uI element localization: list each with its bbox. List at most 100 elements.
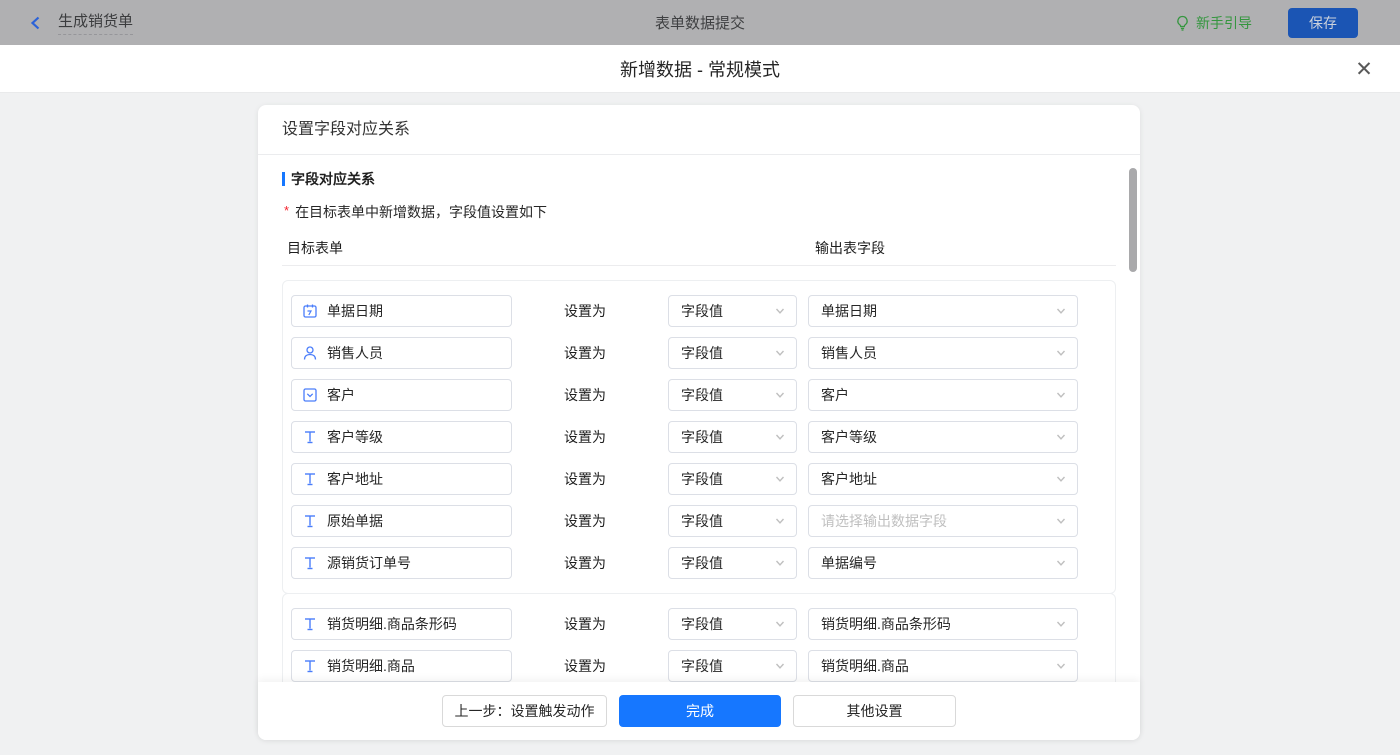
chevron-down-icon	[1055, 660, 1067, 672]
text-icon	[302, 658, 318, 674]
output-field-select[interactable]: 单据日期	[808, 295, 1078, 327]
chevron-down-icon	[1055, 473, 1067, 485]
field-mapping-row: 原始单据 设置为 字段值 请选择输出数据字段	[291, 505, 1107, 537]
value-mode-select[interactable]: 字段值	[668, 608, 797, 640]
done-button[interactable]: 完成	[619, 695, 781, 727]
target-field-label: 客户等级	[327, 427, 383, 447]
value-mode-select[interactable]: 字段值	[668, 505, 797, 537]
value-mode-select[interactable]: 字段值	[668, 650, 797, 682]
field-mapping-row: 销售人员 设置为 字段值 销售人员	[291, 337, 1107, 369]
output-field-select[interactable]: 客户地址	[808, 463, 1078, 495]
output-field-value: 客户	[821, 385, 849, 405]
output-field-select[interactable]: 单据编号	[808, 547, 1078, 579]
text-icon	[302, 513, 318, 529]
field-mapping-row: 客户 设置为 字段值 客户	[291, 379, 1107, 411]
set-as-label: 设置为	[564, 511, 606, 531]
text-icon	[302, 616, 318, 632]
field-mapping-row: 销货明细.商品条形码 设置为 字段值 销货明细.商品条形码	[291, 608, 1107, 640]
chevron-down-icon	[774, 660, 786, 672]
section-marker	[282, 172, 285, 186]
chevron-down-icon	[774, 347, 786, 359]
chevron-down-icon	[1055, 305, 1067, 317]
field-mapping-row: 单据日期 设置为 字段值 单据日期	[291, 295, 1107, 327]
top-bar: 生成销货单 表单数据提交 新手引导 保存	[0, 0, 1400, 45]
user-icon	[302, 345, 318, 361]
previous-step-button[interactable]: 上一步：设置触发动作	[442, 695, 607, 727]
field-mapping-panel: 设置字段对应关系 字段对应关系 * 在目标表单中新增数据，字段值设置如下 目标表…	[258, 105, 1140, 740]
field-group: 单据日期 设置为 字段值 单据日期 销售人员 设置为 字段值 销售人员 客户	[282, 280, 1116, 594]
panel-body: 字段对应关系 * 在目标表单中新增数据，字段值设置如下 目标表单 输出表字段 单…	[258, 156, 1140, 682]
value-mode-select[interactable]: 字段值	[668, 379, 797, 411]
scrollbar-thumb[interactable]	[1129, 168, 1137, 272]
target-field: 客户地址	[291, 463, 512, 495]
output-field-value: 销售人员	[821, 343, 877, 363]
value-mode-value: 字段值	[681, 427, 723, 447]
chevron-down-icon	[1055, 389, 1067, 401]
chevron-down-icon	[1055, 431, 1067, 443]
value-mode-value: 字段值	[681, 656, 723, 676]
output-field-value: 请选择输出数据字段	[821, 511, 947, 531]
output-field-select[interactable]: 销货明细.商品条形码	[808, 608, 1078, 640]
target-field: 销货明细.商品条形码	[291, 608, 512, 640]
target-field-label: 源销货订单号	[327, 553, 411, 573]
target-field: 销货明细.商品	[291, 650, 512, 682]
target-field-label: 单据日期	[327, 301, 383, 321]
target-field-label: 客户	[327, 385, 355, 405]
mapping-groups: 单据日期 设置为 字段值 单据日期 销售人员 设置为 字段值 销售人员 客户	[282, 280, 1116, 682]
target-field: 单据日期	[291, 295, 512, 327]
modal-header: 新增数据 - 常规模式 ✕	[0, 45, 1400, 93]
output-field-value: 销货明细.商品条形码	[821, 614, 951, 634]
chevron-down-icon	[774, 618, 786, 630]
target-field-label: 客户地址	[327, 469, 383, 489]
value-mode-value: 字段值	[681, 511, 723, 531]
set-as-label: 设置为	[564, 469, 606, 489]
set-as-label: 设置为	[564, 343, 606, 363]
save-button[interactable]: 保存	[1288, 8, 1358, 38]
value-mode-select[interactable]: 字段值	[668, 295, 797, 327]
set-as-label: 设置为	[564, 427, 606, 447]
modal-title: 新增数据 - 常规模式	[620, 56, 780, 82]
target-field: 客户	[291, 379, 512, 411]
set-as-label: 设置为	[564, 553, 606, 573]
value-mode-select[interactable]: 字段值	[668, 337, 797, 369]
section-title: 字段对应关系	[291, 169, 375, 189]
select-icon	[302, 387, 318, 403]
chevron-down-icon	[774, 473, 786, 485]
text-icon	[302, 471, 318, 487]
output-field-value: 单据日期	[821, 301, 877, 321]
beginner-guide-label: 新手引导	[1196, 13, 1252, 33]
panel-footer: 上一步：设置触发动作 完成 其他设置	[258, 682, 1140, 740]
value-mode-value: 字段值	[681, 553, 723, 573]
target-field-label: 销货明细.商品	[327, 656, 415, 676]
target-field: 销售人员	[291, 337, 512, 369]
set-as-label: 设置为	[564, 385, 606, 405]
field-mapping-row: 客户等级 设置为 字段值 客户等级	[291, 421, 1107, 453]
chevron-down-icon	[1055, 557, 1067, 569]
output-field-select[interactable]: 客户等级	[808, 421, 1078, 453]
value-mode-value: 字段值	[681, 301, 723, 321]
output-field-select[interactable]: 销售人员	[808, 337, 1078, 369]
output-field-value: 单据编号	[821, 553, 877, 573]
beginner-guide-link[interactable]: 新手引导	[1175, 13, 1252, 33]
output-field-value: 客户地址	[821, 469, 877, 489]
close-icon[interactable]: ✕	[1352, 57, 1376, 81]
value-mode-select[interactable]: 字段值	[668, 463, 797, 495]
field-mapping-row: 源销货订单号 设置为 字段值 单据编号	[291, 547, 1107, 579]
value-mode-select[interactable]: 字段值	[668, 421, 797, 453]
output-field-select[interactable]: 销货明细.商品	[808, 650, 1078, 682]
target-field-label: 原始单据	[327, 511, 383, 531]
set-as-label: 设置为	[564, 614, 606, 634]
output-field-select[interactable]: 客户	[808, 379, 1078, 411]
panel-header: 设置字段对应关系	[258, 105, 1140, 155]
field-group: 销货明细.商品条形码 设置为 字段值 销货明细.商品条形码 销货明细.商品 设置…	[282, 593, 1116, 682]
value-mode-select[interactable]: 字段值	[668, 547, 797, 579]
output-field-select[interactable]: 请选择输出数据字段	[808, 505, 1078, 537]
chevron-down-icon	[774, 515, 786, 527]
target-field: 源销货订单号	[291, 547, 512, 579]
chevron-down-icon	[774, 389, 786, 401]
other-settings-button[interactable]: 其他设置	[793, 695, 956, 727]
chevron-down-icon	[1055, 347, 1067, 359]
chevron-down-icon	[774, 557, 786, 569]
value-mode-value: 字段值	[681, 469, 723, 489]
target-field-label: 销货明细.商品条形码	[327, 614, 457, 634]
